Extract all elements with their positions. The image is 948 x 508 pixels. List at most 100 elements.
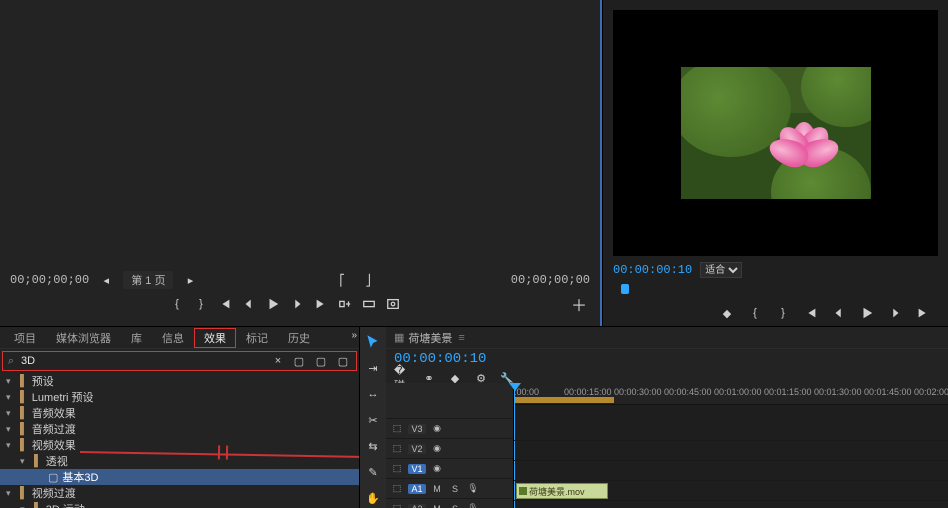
folder-Lumetri 预设[interactable]: ▾▌Lumetri 预设 [0, 389, 359, 405]
track-header-A2: ⬚ A2 MS 🎙 [386, 499, 513, 508]
program-monitor-panel: 00:00:00:10 适合 ◆ { } [602, 0, 948, 326]
eye-icon[interactable]: ◉ [430, 463, 444, 474]
folder-视频效果[interactable]: ▾▌视频效果 [0, 437, 359, 453]
ripple-tool-icon[interactable]: ↔ [364, 385, 382, 403]
effect-基本3D[interactable]: ▢基本3D [0, 469, 359, 485]
bracket-in-icon[interactable]: ⎡ [333, 271, 351, 289]
prog-step-fwd-icon[interactable] [886, 304, 904, 322]
mark-out-icon[interactable]: } [192, 295, 210, 313]
insert-icon[interactable] [336, 295, 354, 313]
program-scrubber[interactable] [613, 284, 938, 300]
lock-icon[interactable]: ⬚ [390, 463, 404, 474]
export-frame-icon[interactable] [384, 295, 402, 313]
solo-toggle[interactable]: S [448, 484, 462, 494]
chevron-down-icon: ▾ [20, 456, 30, 467]
tab-历史[interactable]: 历史 [278, 328, 320, 348]
zoom-fit-select[interactable]: 适合 [700, 262, 742, 278]
sequence-title[interactable]: 荷塘美景 [408, 330, 452, 346]
prog-marker-icon[interactable]: ◆ [718, 304, 736, 322]
folder-3D 运动[interactable]: ▾▌3D 运动 [0, 501, 359, 508]
bracket-out-icon[interactable]: ⎦ [359, 271, 377, 289]
timeline-tc[interactable]: 00:00:00:10 [394, 351, 940, 367]
preset-box3-icon[interactable]: ▢ [334, 352, 352, 370]
prog-go-in-icon[interactable] [802, 304, 820, 322]
add-button-icon[interactable]: ＋ [568, 293, 590, 315]
timeline-area[interactable]: :00:0000:00:15:0000:00:30:0000:00:45:000… [514, 383, 948, 508]
video-track-V2[interactable] [514, 461, 948, 481]
lock-icon[interactable]: ⬚ [390, 423, 404, 434]
tab-标记[interactable]: 标记 [236, 328, 278, 348]
hand-tool-icon[interactable]: ✋ [364, 489, 382, 507]
track-target-A2[interactable]: A2 [408, 504, 426, 508]
program-monitor-view[interactable] [613, 10, 938, 256]
video-track-V3[interactable] [514, 441, 948, 461]
mute-toggle[interactable]: M [430, 484, 444, 494]
folder-音频过渡[interactable]: ▾▌音频过渡 [0, 421, 359, 437]
slip-tool-icon[interactable]: ⇆ [364, 437, 382, 455]
source-tc-in[interactable]: 00;00;00;00 [10, 273, 89, 287]
tab-信息[interactable]: 信息 [152, 328, 194, 348]
source-monitor-view[interactable] [0, 0, 600, 266]
prog-go-out-icon[interactable] [914, 304, 932, 322]
go-to-in-icon[interactable] [216, 295, 234, 313]
go-to-out-icon[interactable] [312, 295, 330, 313]
mark-in-icon[interactable]: { [168, 295, 186, 313]
clip-item[interactable]: 荷塘美景.mov [516, 483, 608, 499]
pen-tool-icon[interactable]: ✎ [364, 463, 382, 481]
folder-icon: ▌ [34, 455, 42, 467]
play-icon[interactable] [264, 295, 282, 313]
tab-项目[interactable]: 项目 [4, 328, 46, 348]
mic-icon[interactable]: 🎙 [466, 503, 480, 508]
folder-视频过渡[interactable]: ▾▌视频过渡 [0, 485, 359, 501]
clear-search-icon[interactable]: × [270, 355, 286, 367]
step-fwd-icon[interactable] [288, 295, 306, 313]
work-area-bar[interactable] [514, 397, 614, 403]
node-label: 基本3D [62, 469, 98, 485]
program-tc[interactable]: 00:00:00:10 [613, 263, 692, 277]
lock-icon[interactable]: ⬚ [390, 483, 404, 494]
solo-toggle[interactable]: S [448, 504, 462, 508]
effects-search-input[interactable] [19, 355, 270, 367]
lock-icon[interactable]: ⬚ [390, 503, 404, 508]
page-prev-icon[interactable]: ◂ [97, 271, 115, 289]
prog-in-icon[interactable]: { [746, 304, 764, 322]
tab-效果[interactable]: 效果 [194, 328, 236, 348]
step-back-icon[interactable] [240, 295, 258, 313]
prog-step-back-icon[interactable] [830, 304, 848, 322]
folder-音频效果[interactable]: ▾▌音频效果 [0, 405, 359, 421]
track-target-V2[interactable]: V2 [408, 444, 426, 454]
track-select-tool-icon[interactable]: ⇥ [364, 359, 382, 377]
track-target-V1[interactable]: V1 [408, 464, 426, 474]
preset-box1-icon[interactable]: ▢ [290, 352, 308, 370]
overwrite-icon[interactable] [360, 295, 378, 313]
tabs-overflow-icon[interactable]: » [351, 330, 357, 341]
source-tc-out[interactable]: 00;00;00;00 [511, 273, 590, 287]
mic-icon[interactable]: 🎙 [466, 483, 480, 494]
time-ruler[interactable]: :00:0000:00:15:0000:00:30:0000:00:45:000… [514, 383, 948, 405]
tab-库[interactable]: 库 [121, 328, 152, 348]
chevron-down-icon: ▾ [20, 504, 30, 508]
page-indicator[interactable]: 第 1 页 [123, 271, 173, 289]
razor-tool-icon[interactable]: ✂ [364, 411, 382, 429]
video-track-V1[interactable]: 荷塘美景.mov [514, 481, 948, 501]
seq-menu-icon[interactable]: ≡ [458, 332, 464, 344]
folder-预设[interactable]: ▾▌预设 [0, 373, 359, 389]
page-next-icon[interactable]: ▸ [181, 271, 199, 289]
selection-tool-icon[interactable] [364, 333, 382, 351]
time-mark: 00:01:00:00 [714, 387, 762, 397]
preset-box2-icon[interactable]: ▢ [312, 352, 330, 370]
eye-icon[interactable]: ◉ [430, 443, 444, 454]
prog-out-icon[interactable]: } [774, 304, 792, 322]
lock-icon[interactable]: ⬚ [390, 443, 404, 454]
mute-toggle[interactable]: M [430, 504, 444, 508]
track-target-V3[interactable]: V3 [408, 424, 426, 434]
prog-play-icon[interactable] [858, 304, 876, 322]
tab-媒体浏览器[interactable]: 媒体浏览器 [46, 328, 121, 348]
audio-track-A1[interactable] [514, 501, 948, 508]
track-target-A1[interactable]: A1 [408, 484, 426, 494]
node-label: 透视 [46, 453, 68, 469]
effects-tree[interactable]: ▾▌预设▾▌Lumetri 预设▾▌音频效果▾▌音频过渡▾▌视频效果 ▾ ▌ 透视▢基… [0, 373, 359, 508]
program-playhead-icon[interactable] [621, 284, 629, 294]
eye-icon[interactable]: ◉ [430, 423, 444, 434]
folder-icon: ▌ [20, 487, 28, 499]
